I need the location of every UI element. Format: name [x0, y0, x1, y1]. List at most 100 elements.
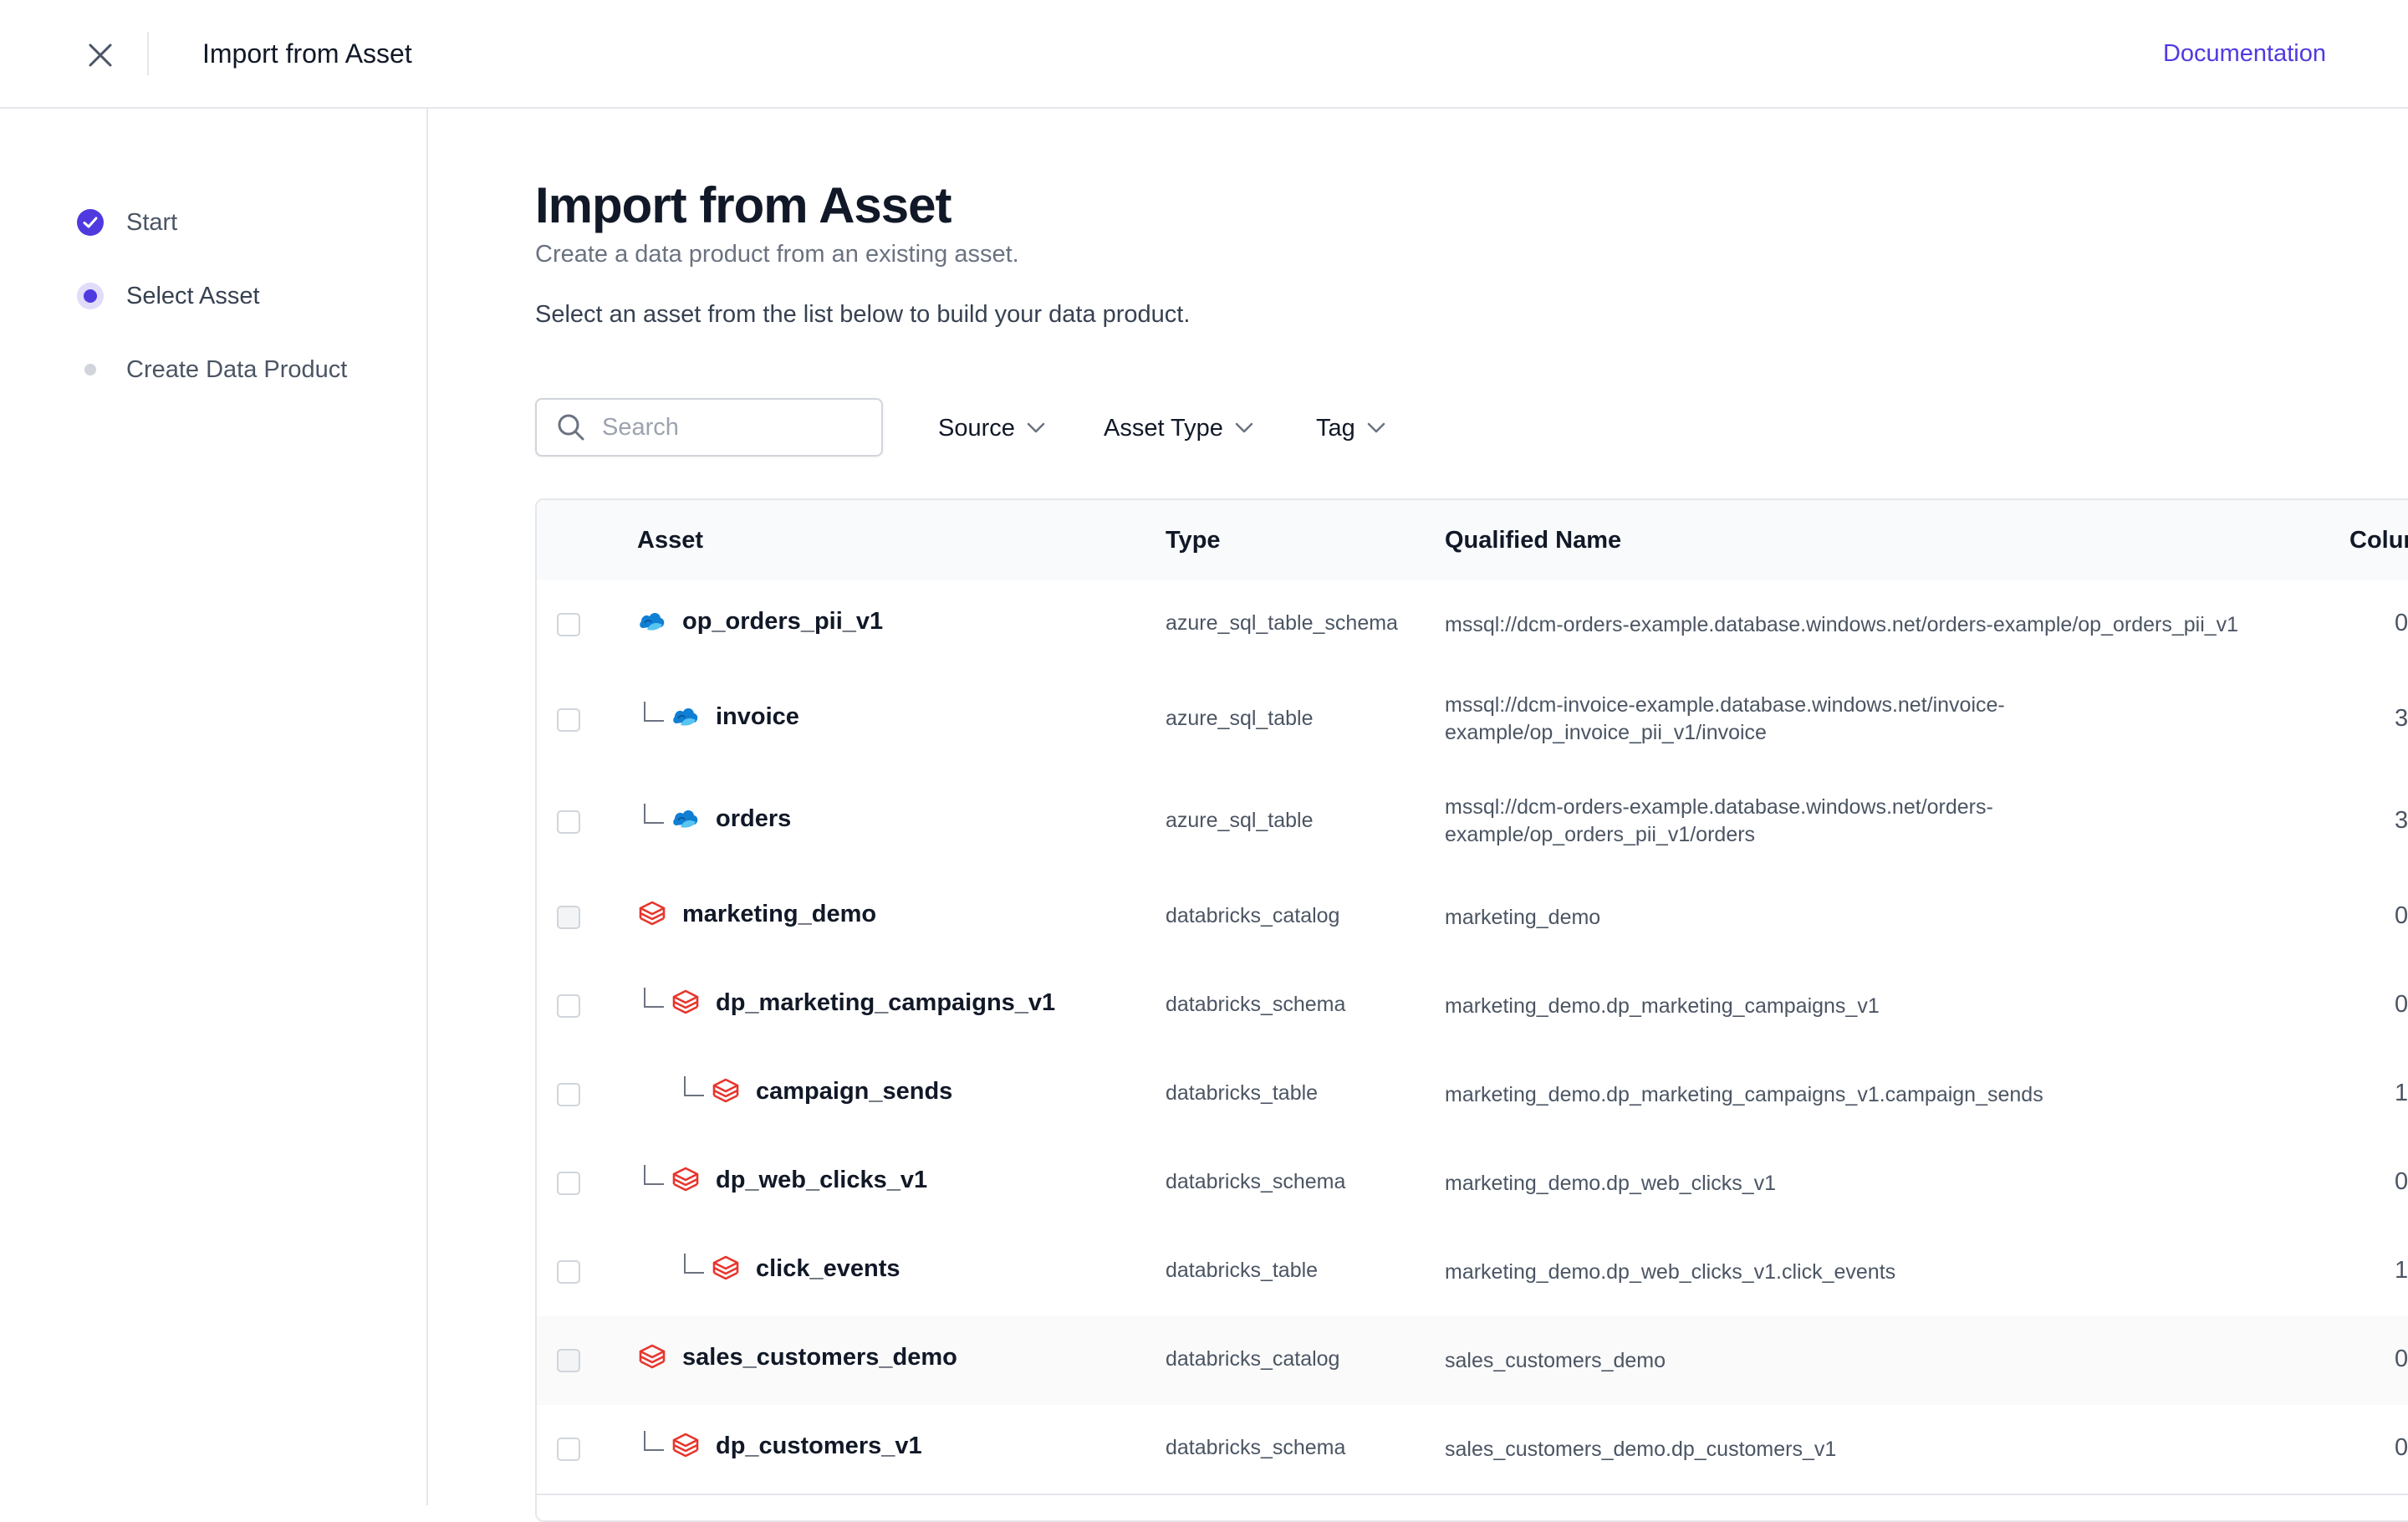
databricks-icon [637, 1342, 667, 1372]
filter-label: Asset Type [1104, 414, 1223, 442]
table-row[interactable]: dp_web_clicks_v1 databricks_schema marketi… [537, 1139, 2408, 1229]
column-header-columns[interactable]: Colur [2349, 525, 2408, 555]
databricks-icon [671, 988, 701, 1018]
step-select-asset[interactable]: Select Asset [74, 278, 260, 314]
asset-name[interactable]: dp_web_clicks_v1 [716, 1167, 927, 1194]
step-label: Create Data Product [126, 355, 348, 383]
asset-type: databricks_schema [1166, 1170, 1346, 1193]
asset-name[interactable]: invoice [716, 703, 799, 731]
row-checkbox[interactable] [557, 1349, 580, 1372]
table-row[interactable]: marketing_demo databricks_catalog marketin… [537, 873, 2408, 963]
databricks-icon [711, 1254, 741, 1284]
table-row[interactable]: sales_customers_demo databricks_catalog sa… [537, 1316, 2408, 1407]
column-count: 3 [2395, 705, 2408, 732]
asset-name[interactable]: dp_marketing_campaigns_v1 [716, 989, 1055, 1017]
asset-name[interactable]: dp_customers_v1 [716, 1433, 922, 1460]
column-header-asset[interactable]: Asset [637, 525, 703, 555]
filter-label: Tag [1316, 414, 1355, 442]
check-circle-icon [74, 206, 107, 239]
chevron-down-icon [1367, 422, 1385, 434]
qualified-name: marketing_demo.dp_web_clicks_v1 [1445, 1172, 1777, 1195]
asset-cell: click_events [711, 1250, 900, 1287]
chevron-down-icon [1027, 422, 1045, 434]
asset-type: databricks_schema [1166, 993, 1346, 1016]
table-header: Asset Type Qualified Name Colur [537, 500, 2408, 582]
tag-filter-dropdown[interactable]: Tag [1316, 408, 1385, 448]
azure-sql-icon [671, 702, 701, 732]
column-header-type[interactable]: Type [1166, 525, 1221, 555]
table-row[interactable]: op_orders_pii_v1 azure_sql_table_schema ms… [537, 580, 2408, 671]
databricks-icon [637, 899, 667, 929]
asset-cell: invoice [671, 698, 799, 735]
asset-cell: marketing_demo [637, 896, 876, 932]
asset-name[interactable]: op_orders_pii_v1 [682, 608, 883, 636]
asset-cell: dp_marketing_campaigns_v1 [671, 984, 1055, 1021]
documentation-link[interactable]: Documentation [2163, 35, 2326, 72]
row-checkbox[interactable] [557, 1083, 580, 1106]
upcoming-step-icon [74, 353, 107, 386]
current-step-icon [74, 279, 107, 313]
tree-connector [644, 1165, 664, 1185]
column-count: 0 [2395, 1346, 2408, 1372]
qualified-name: marketing_demo.dp_web_clicks_v1.click_ev… [1445, 1260, 1896, 1284]
qualified-name: sales_customers_demo.dp_customers_v1 [1445, 1438, 1837, 1461]
azure-sql-icon [637, 606, 667, 636]
qualified-name: mssql://dcm-orders-example.database.wind… [1445, 613, 2239, 636]
asset-table: Asset Type Qualified Name Colur op_order… [535, 498, 2408, 1522]
asset-cell: dp_customers_v1 [671, 1428, 922, 1464]
table-row[interactable]: dp_customers_v1 databricks_schema sales_cu… [537, 1405, 2408, 1495]
column-count: 0 [2395, 1434, 2408, 1461]
asset-type: databricks_catalog [1166, 1347, 1340, 1371]
page-subtitle: Create a data product from an existing a… [535, 241, 1019, 268]
asset-cell: dp_web_clicks_v1 [671, 1162, 927, 1198]
table-row[interactable]: orders azure_sql_table mssql://dcm-orders-… [537, 771, 2408, 875]
asset-type: databricks_table [1166, 1259, 1319, 1282]
close-icon [89, 43, 112, 67]
row-checkbox[interactable] [557, 1172, 580, 1195]
qualified-name: marketing_demo.dp_marketing_campaigns_v1… [1445, 1083, 2043, 1106]
asset-type-filter-dropdown[interactable]: Asset Type [1104, 408, 1253, 448]
search-icon [558, 414, 584, 441]
column-header-qualified-name[interactable]: Qualified Name [1445, 525, 1621, 555]
step-create-data-product[interactable]: Create Data Product [74, 351, 347, 388]
qualified-name: marketing_demo.dp_marketing_campaigns_v1 [1445, 994, 1880, 1018]
table-row[interactable]: dp_marketing_campaigns_v1 databricks_sche… [537, 962, 2408, 1052]
table-row[interactable]: campaign_sends databricks_table marketing_… [537, 1050, 2408, 1141]
row-checkbox[interactable] [557, 810, 580, 834]
step-start[interactable]: Start [74, 204, 177, 241]
row-checkbox[interactable] [557, 906, 580, 929]
row-checkbox[interactable] [557, 708, 580, 732]
table-row[interactable]: click_events databricks_table marketing_de… [537, 1228, 2408, 1318]
header-divider [147, 32, 149, 75]
asset-name[interactable]: campaign_sends [756, 1078, 952, 1106]
asset-cell: op_orders_pii_v1 [637, 603, 883, 640]
asset-name[interactable]: sales_customers_demo [682, 1344, 957, 1371]
steps-sidebar: Start Select Asset Create Data Product [0, 109, 428, 1505]
asset-type: databricks_catalog [1166, 904, 1340, 927]
databricks-icon [711, 1076, 741, 1106]
column-count: 0 [2395, 1168, 2408, 1195]
azure-sql-icon [671, 804, 701, 834]
column-count: 0 [2395, 902, 2408, 929]
close-button[interactable] [79, 33, 122, 77]
column-count: 0 [2395, 610, 2408, 636]
tree-connector [684, 1076, 704, 1096]
asset-name[interactable]: click_events [756, 1255, 900, 1283]
asset-cell: orders [671, 800, 791, 837]
asset-type: databricks_table [1166, 1081, 1319, 1105]
row-checkbox[interactable] [557, 994, 580, 1018]
source-filter-dropdown[interactable]: Source [938, 408, 1045, 448]
asset-name[interactable]: orders [716, 805, 791, 833]
asset-name[interactable]: marketing_demo [682, 901, 876, 928]
row-checkbox[interactable] [557, 1438, 580, 1461]
header-title: Import from Asset [202, 38, 412, 69]
table-row[interactable]: invoice azure_sql_table mssql://dcm-invoic… [537, 669, 2408, 773]
step-label: Start [126, 208, 178, 236]
column-count: 17 [2395, 1080, 2408, 1106]
search-input[interactable] [600, 412, 855, 442]
step-label: Select Asset [126, 282, 260, 309]
row-checkbox[interactable] [557, 613, 580, 636]
search-box [535, 398, 883, 457]
tree-connector [644, 988, 664, 1008]
row-checkbox[interactable] [557, 1260, 580, 1284]
